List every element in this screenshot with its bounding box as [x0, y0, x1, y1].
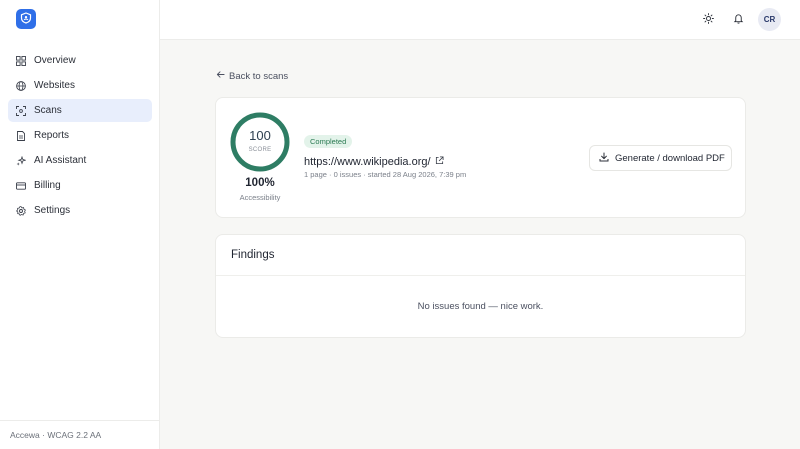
scanned-url: https://www.wikipedia.org/	[304, 156, 431, 168]
theme-toggle-button[interactable]	[700, 12, 716, 28]
sidebar-item-label: Overview	[34, 55, 76, 66]
findings-empty-message: No issues found — nice work.	[417, 301, 544, 312]
status-badge: Completed	[304, 135, 353, 148]
sidebar-item-scans[interactable]: Scans	[8, 99, 152, 122]
scan-meta: 1 page · 0 issues · started 28 Aug 2026,…	[304, 170, 467, 179]
download-icon	[599, 152, 615, 165]
external-link-icon	[431, 156, 444, 168]
sidebar-item-websites[interactable]: Websites	[8, 74, 152, 97]
sidebar-item-settings[interactable]: Settings	[8, 199, 152, 222]
bell-icon	[733, 13, 744, 27]
generate-pdf-label: Generate / download PDF	[615, 152, 725, 164]
grid-icon	[16, 55, 26, 66]
sun-icon	[702, 13, 714, 27]
sidebar-item-label: Reports	[34, 130, 70, 141]
accessibility-percent: 100%	[245, 177, 275, 189]
shield-icon	[20, 11, 32, 27]
back-link-label: Back to scans	[229, 70, 289, 82]
scanned-url-link[interactable]: https://www.wikipedia.org/	[304, 156, 444, 168]
sidebar-item-label: Settings	[34, 205, 71, 216]
gear-icon	[16, 205, 26, 216]
sidebar-item-label: AI Assistant	[34, 155, 87, 166]
globe-icon	[16, 80, 26, 91]
findings-card: Findings No issues found — nice work.	[215, 234, 746, 338]
sidebar-item-label: Websites	[34, 80, 75, 91]
sidebar-item-overview[interactable]: Overview	[8, 49, 152, 72]
sidebar-item-reports[interactable]: Reports	[8, 124, 152, 147]
score-value: 100	[249, 128, 271, 143]
app-logo[interactable]	[16, 9, 36, 29]
sparkle-icon	[16, 155, 26, 166]
scan-icon	[16, 105, 26, 116]
sidebar-footer: Accewa · WCAG 2.2 AA	[0, 420, 159, 449]
sidebar-item-label: Billing	[34, 180, 61, 191]
scan-summary-card: 100 SCORE 100% Accessibility Completed h…	[215, 97, 746, 218]
top-bar: CR	[160, 0, 800, 40]
accessibility-label: Accessibility	[239, 193, 281, 202]
back-to-scans-link[interactable]: Back to scans	[216, 69, 288, 83]
sidebar-item-label: Scans	[34, 105, 62, 116]
avatar[interactable]: CR	[758, 8, 781, 31]
credit-card-icon	[16, 181, 26, 191]
document-icon	[16, 130, 26, 141]
score-caption: SCORE	[248, 147, 272, 153]
findings-title: Findings	[216, 235, 745, 276]
arrow-left-icon	[216, 70, 229, 82]
generate-pdf-button[interactable]: Generate / download PDF	[589, 145, 732, 171]
sidebar-item-billing[interactable]: Billing	[8, 174, 152, 197]
notifications-button[interactable]	[730, 12, 746, 28]
sidebar-item-ai-assistant[interactable]: AI Assistant	[8, 149, 152, 172]
sidebar-nav: Overview Websites Scans Reports AI Assis…	[8, 49, 152, 224]
sidebar: Overview Websites Scans Reports AI Assis…	[0, 0, 160, 449]
